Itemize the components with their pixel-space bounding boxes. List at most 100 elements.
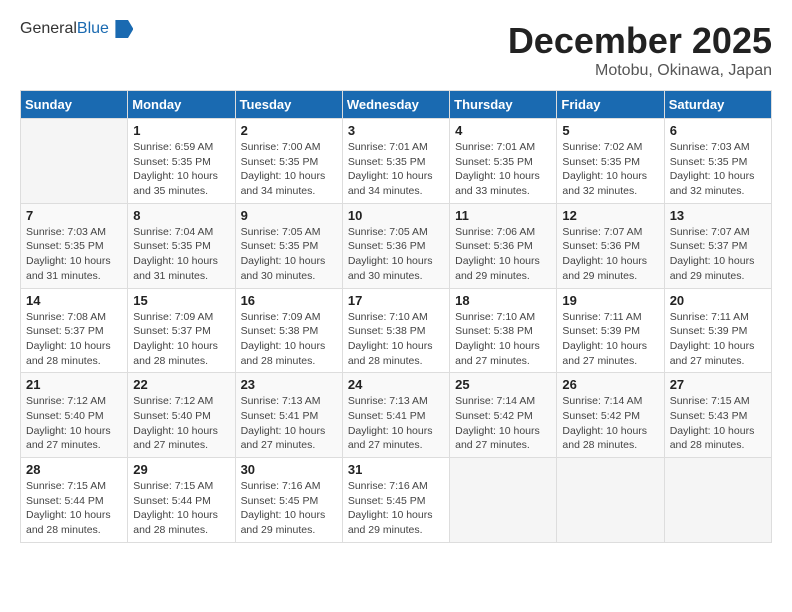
weekday-header-row: SundayMondayTuesdayWednesdayThursdayFrid… [21, 91, 772, 119]
day-info: Sunrise: 7:06 AM Sunset: 5:36 PM Dayligh… [455, 225, 551, 284]
day-number: 29 [133, 462, 229, 477]
day-info: Sunrise: 7:05 AM Sunset: 5:36 PM Dayligh… [348, 225, 444, 284]
weekday-friday: Friday [557, 91, 664, 119]
calendar-cell: 15 Sunrise: 7:09 AM Sunset: 5:37 PM Dayli… [128, 288, 235, 373]
page-header: GeneralBlue December 2025 Motobu, Okinaw… [20, 20, 772, 80]
calendar-cell: 12 Sunrise: 7:07 AM Sunset: 5:36 PM Dayli… [557, 203, 664, 288]
logo-general-text: General [20, 20, 77, 37]
day-number: 27 [670, 377, 766, 392]
day-number: 16 [241, 293, 337, 308]
day-info: Sunrise: 7:14 AM Sunset: 5:42 PM Dayligh… [455, 394, 551, 453]
day-info: Sunrise: 7:12 AM Sunset: 5:40 PM Dayligh… [133, 394, 229, 453]
calendar-cell: 19 Sunrise: 7:11 AM Sunset: 5:39 PM Dayli… [557, 288, 664, 373]
calendar-cell: 28Sunrise: 7:15 AM Sunset: 5:44 PM Dayli… [21, 458, 128, 543]
day-info: Sunrise: 7:11 AM Sunset: 5:39 PM Dayligh… [670, 310, 766, 369]
day-number: 15 [133, 293, 229, 308]
day-number: 6 [670, 123, 766, 138]
day-info: Sunrise: 7:10 AM Sunset: 5:38 PM Dayligh… [348, 310, 444, 369]
day-number: 22 [133, 377, 229, 392]
calendar-cell: 11 Sunrise: 7:06 AM Sunset: 5:36 PM Dayli… [450, 203, 557, 288]
calendar-cell: 31Sunrise: 7:16 AM Sunset: 5:45 PM Dayli… [342, 458, 449, 543]
day-number: 11 [455, 208, 551, 223]
day-info: Sunrise: 7:10 AM Sunset: 5:38 PM Dayligh… [455, 310, 551, 369]
calendar-body: 1Sunrise: 6:59 AM Sunset: 5:35 PM Daylig… [21, 119, 772, 543]
calendar-cell: 22 Sunrise: 7:12 AM Sunset: 5:40 PM Dayli… [128, 373, 235, 458]
day-number: 1 [133, 123, 229, 138]
day-info: Sunrise: 7:12 AM Sunset: 5:40 PM Dayligh… [26, 394, 122, 453]
day-number: 21 [26, 377, 122, 392]
day-number: 28 [26, 462, 122, 477]
calendar-cell: 13Sunrise: 7:07 AM Sunset: 5:37 PM Dayli… [664, 203, 771, 288]
calendar-cell: 1Sunrise: 6:59 AM Sunset: 5:35 PM Daylig… [128, 119, 235, 204]
calendar-cell: 10 Sunrise: 7:05 AM Sunset: 5:36 PM Dayli… [342, 203, 449, 288]
day-info: Sunrise: 7:08 AM Sunset: 5:37 PM Dayligh… [26, 310, 122, 369]
location: Motobu, Okinawa, Japan [508, 62, 772, 80]
calendar-cell: 25Sunrise: 7:14 AM Sunset: 5:42 PM Dayli… [450, 373, 557, 458]
day-info: Sunrise: 7:09 AM Sunset: 5:37 PM Dayligh… [133, 310, 229, 369]
calendar-cell: 29 Sunrise: 7:15 AM Sunset: 5:44 PM Dayli… [128, 458, 235, 543]
calendar-week-5: 28 Sunrise: 7:15 AM Sunset: 5:44 PM Dayli… [21, 458, 772, 543]
calendar-week-4: 21 Sunrise: 7:12 AM Sunset: 5:40 PM Dayli… [21, 373, 772, 458]
day-info: Sunrise: 7:11 AM Sunset: 5:39 PM Dayligh… [562, 310, 658, 369]
day-number: 4 [455, 123, 551, 138]
day-number: 26 [562, 377, 658, 392]
calendar-week-2: 7 Sunrise: 7:03 AM Sunset: 5:35 PM Daylig… [21, 203, 772, 288]
weekday-thursday: Thursday [450, 91, 557, 119]
calendar-cell: 20 Sunrise: 7:11 AM Sunset: 5:39 PM Dayli… [664, 288, 771, 373]
weekday-tuesday: Tuesday [235, 91, 342, 119]
weekday-sunday: Sunday [21, 91, 128, 119]
calendar-cell: 23 Sunrise: 7:13 AM Sunset: 5:41 PM Dayli… [235, 373, 342, 458]
logo-icon [115, 20, 133, 38]
day-info: Sunrise: 7:16 AM Sunset: 5:45 PM Dayligh… [241, 479, 337, 538]
day-info: Sunrise: 7:01 AM Sunset: 5:35 PM Dayligh… [455, 140, 551, 199]
day-number: 17 [348, 293, 444, 308]
day-number: 14 [26, 293, 122, 308]
day-info: Sunrise: 7:13 AM Sunset: 5:41 PM Dayligh… [241, 394, 337, 453]
calendar-cell: 8Sunrise: 7:04 AM Sunset: 5:35 PM Daylig… [128, 203, 235, 288]
calendar-cell: 30Sunrise: 7:16 AM Sunset: 5:45 PM Dayli… [235, 458, 342, 543]
calendar-cell [664, 458, 771, 543]
day-info: Sunrise: 7:14 AM Sunset: 5:42 PM Dayligh… [562, 394, 658, 453]
day-number: 10 [348, 208, 444, 223]
day-number: 12 [562, 208, 658, 223]
day-number: 24 [348, 377, 444, 392]
calendar-cell: 4 Sunrise: 7:01 AM Sunset: 5:35 PM Daylig… [450, 119, 557, 204]
day-info: Sunrise: 7:15 AM Sunset: 5:44 PM Dayligh… [133, 479, 229, 538]
calendar-cell: 14 Sunrise: 7:08 AM Sunset: 5:37 PM Dayli… [21, 288, 128, 373]
day-info: Sunrise: 7:02 AM Sunset: 5:35 PM Dayligh… [562, 140, 658, 199]
day-number: 2 [241, 123, 337, 138]
day-number: 31 [348, 462, 444, 477]
day-number: 23 [241, 377, 337, 392]
weekday-monday: Monday [128, 91, 235, 119]
day-info: Sunrise: 7:03 AM Sunset: 5:35 PM Dayligh… [26, 225, 122, 284]
day-number: 7 [26, 208, 122, 223]
day-number: 19 [562, 293, 658, 308]
day-info: Sunrise: 7:01 AM Sunset: 5:35 PM Dayligh… [348, 140, 444, 199]
month-title: December 2025 [508, 20, 772, 62]
calendar-cell: 24Sunrise: 7:13 AM Sunset: 5:41 PM Dayli… [342, 373, 449, 458]
day-number: 9 [241, 208, 337, 223]
day-info: Sunrise: 7:00 AM Sunset: 5:35 PM Dayligh… [241, 140, 337, 199]
day-info: Sunrise: 7:07 AM Sunset: 5:36 PM Dayligh… [562, 225, 658, 284]
calendar-cell: 26 Sunrise: 7:14 AM Sunset: 5:42 PM Dayli… [557, 373, 664, 458]
day-number: 3 [348, 123, 444, 138]
calendar-cell: 27Sunrise: 7:15 AM Sunset: 5:43 PM Dayli… [664, 373, 771, 458]
calendar-week-3: 14 Sunrise: 7:08 AM Sunset: 5:37 PM Dayli… [21, 288, 772, 373]
day-info: Sunrise: 7:04 AM Sunset: 5:35 PM Dayligh… [133, 225, 229, 284]
day-number: 20 [670, 293, 766, 308]
calendar-cell: 7 Sunrise: 7:03 AM Sunset: 5:35 PM Daylig… [21, 203, 128, 288]
calendar-cell: 16 Sunrise: 7:09 AM Sunset: 5:38 PM Dayli… [235, 288, 342, 373]
calendar-cell: 3 Sunrise: 7:01 AM Sunset: 5:35 PM Daylig… [342, 119, 449, 204]
day-number: 13 [670, 208, 766, 223]
calendar-table: SundayMondayTuesdayWednesdayThursdayFrid… [20, 90, 772, 543]
calendar-cell [21, 119, 128, 204]
day-info: Sunrise: 7:09 AM Sunset: 5:38 PM Dayligh… [241, 310, 337, 369]
calendar-cell: 6 Sunrise: 7:03 AM Sunset: 5:35 PM Daylig… [664, 119, 771, 204]
day-number: 18 [455, 293, 551, 308]
weekday-wednesday: Wednesday [342, 91, 449, 119]
day-info: Sunrise: 7:03 AM Sunset: 5:35 PM Dayligh… [670, 140, 766, 199]
logo-blue-text: Blue [77, 20, 109, 37]
day-info: Sunrise: 7:05 AM Sunset: 5:35 PM Dayligh… [241, 225, 337, 284]
weekday-saturday: Saturday [664, 91, 771, 119]
calendar-cell: 2 Sunrise: 7:00 AM Sunset: 5:35 PM Daylig… [235, 119, 342, 204]
